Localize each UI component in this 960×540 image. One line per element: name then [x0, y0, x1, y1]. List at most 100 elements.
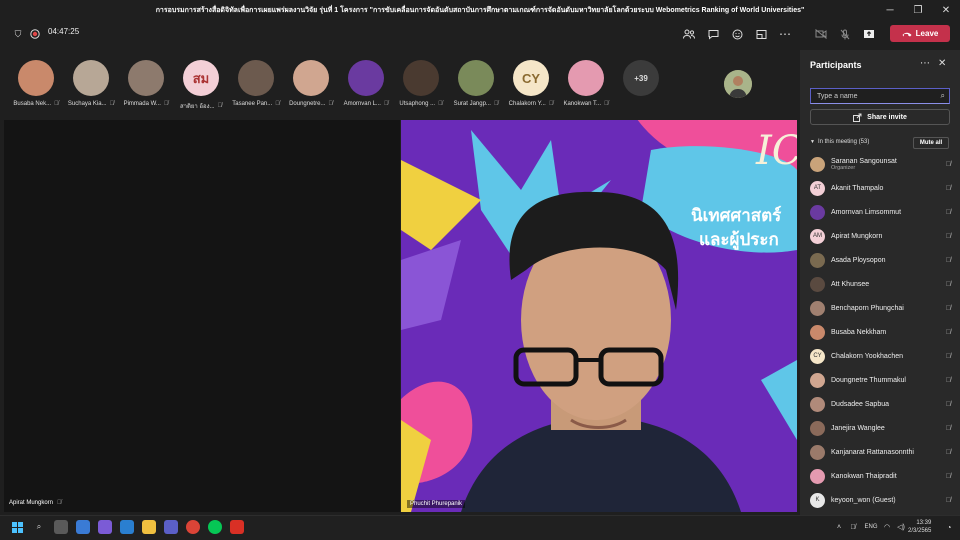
- volume-icon[interactable]: ◁): [894, 520, 908, 534]
- participant-name: Apirat Mungkorn: [9, 500, 54, 506]
- reactions-icon[interactable]: [730, 27, 744, 41]
- participant-tile[interactable]: Tasanee Pan... 🎙̸: [229, 60, 283, 107]
- participant-list-item[interactable]: Kkeyoon_won (Guest) 🎙̸: [810, 489, 955, 511]
- participant-tile[interactable]: Suchaya Kia... 🎙̸: [64, 60, 118, 107]
- leave-button[interactable]: Leave: [890, 25, 950, 42]
- participant-info: Benchaporn Phungchai: [831, 305, 904, 312]
- minimize-icon[interactable]: ─: [878, 0, 902, 20]
- chat-app-icon[interactable]: [98, 520, 112, 534]
- participant-list-item[interactable]: Benchaporn Phungchai 🎙̸: [810, 297, 955, 319]
- participant-name: Kanokwan T...: [563, 101, 602, 107]
- file-explorer-icon[interactable]: [142, 520, 156, 534]
- participant-list-item[interactable]: Kanokwan Thaipradit 🎙̸: [810, 465, 955, 487]
- chevron-up-icon[interactable]: ˄: [832, 520, 846, 534]
- participant-list-item[interactable]: Busaba Nekkham 🎙̸: [810, 321, 955, 343]
- participant-list-item[interactable]: AM Apirat Mungkorn 🎙̸: [810, 225, 955, 247]
- mic-off-icon: 🎙̸: [945, 160, 951, 168]
- participant-name: keyoon_won (Guest): [831, 496, 896, 504]
- speaker-video: [401, 120, 797, 512]
- participant-name: Surat Jangp...: [453, 101, 491, 107]
- more-options-icon[interactable]: ⋯: [778, 27, 792, 41]
- mic-off-icon: 🎙̸: [383, 101, 389, 107]
- participant-info: Janejira Wanglee: [831, 425, 885, 432]
- participant-tile[interactable]: Surat Jangp... 🎙̸: [449, 60, 503, 107]
- more-participants[interactable]: +39: [614, 60, 668, 96]
- share-screen-icon[interactable]: [862, 27, 876, 41]
- participant-name: Tasanee Pan...: [232, 101, 273, 107]
- widgets-icon[interactable]: [76, 520, 90, 534]
- chrome-icon[interactable]: [186, 520, 200, 534]
- participant-list-item[interactable]: CY Chalakorn Yookhachen 🎙̸: [810, 345, 955, 367]
- participant-list-item[interactable]: Dudsadee Sapbua 🎙̸: [810, 393, 955, 415]
- participant-list-item[interactable]: Janejira Wanglee 🎙̸: [810, 417, 955, 439]
- participant-name: Saranan Sangounsat: [831, 157, 897, 165]
- windows-start-icon[interactable]: [10, 520, 24, 534]
- close-window-icon[interactable]: ✕: [934, 0, 958, 20]
- participant-list-item[interactable]: Saranan Sangounsat Organizer 🎙̸: [810, 153, 955, 175]
- mic-off-icon: 🎙̸: [54, 101, 59, 107]
- mic-off-icon: 🎙̸: [945, 280, 951, 288]
- in-meeting-count: In this meeting (53): [817, 139, 870, 145]
- mic-off-icon: 🎙̸: [945, 472, 951, 480]
- participant-list-item[interactable]: Doungnetre Thummakul 🎙̸: [810, 369, 955, 391]
- mic-off-icon: 🎙̸: [945, 304, 951, 312]
- chat-icon[interactable]: [706, 27, 720, 41]
- camera-off-icon[interactable]: [814, 27, 828, 41]
- wifi-icon[interactable]: ◠: [880, 520, 894, 534]
- search-icon[interactable]: ⌕: [32, 520, 46, 534]
- rooms-icon[interactable]: [754, 27, 768, 41]
- avatar: K: [810, 492, 825, 508]
- shield-icon: ⛉: [14, 28, 22, 39]
- search-icon: ⌕: [940, 91, 945, 100]
- participant-tile[interactable]: CY Chalakorn Y... 🎙̸: [504, 60, 558, 107]
- participant-list-item[interactable]: AT Akanit Thampalo 🎙̸: [810, 177, 955, 199]
- participant-list-item[interactable]: Asada Ploysopon 🎙̸: [810, 249, 955, 271]
- close-panel-icon[interactable]: ✕: [938, 58, 946, 69]
- panel-title: Participants: [810, 60, 862, 70]
- participant-tile[interactable]: Doungnetre... 🎙̸: [284, 60, 338, 107]
- participant-tile[interactable]: สม สาติยา อ้อง... 🎙̸: [174, 60, 228, 111]
- participant-tile[interactable]: Utsaphong ... 🎙̸: [394, 60, 448, 107]
- participant-tile[interactable]: Busaba Nek... 🎙̸: [9, 60, 63, 107]
- pdf-reader-icon[interactable]: [230, 520, 244, 534]
- avatar: [810, 300, 825, 316]
- leave-label: Leave: [915, 29, 939, 38]
- participant-name: Dudsadee Sapbua: [831, 400, 889, 408]
- maximize-icon[interactable]: ❐: [906, 0, 930, 20]
- participant-list-item[interactable]: Amornvan Limsommut 🎙̸: [810, 201, 955, 223]
- in-meeting-header[interactable]: ▼ In this meeting (53): [810, 139, 869, 145]
- participant-tile[interactable]: Kanokwan T... 🎙̸: [559, 60, 613, 107]
- participant-list-item[interactable]: Kanjanarat Rattanasonnthi 🎙̸: [810, 441, 955, 463]
- window-title-bar: การอบรมการสร้างสื่อดิจิทัลเพื่อการเผยแพร…: [0, 0, 960, 20]
- participant-tile-label: Busaba Nek... 🎙̸: [13, 101, 58, 107]
- mic-off-icon: 🎙̸: [548, 101, 554, 107]
- participant-search-input[interactable]: Type a name ⌕: [810, 88, 950, 104]
- teams-icon[interactable]: [164, 520, 178, 534]
- line-app-icon[interactable]: [208, 520, 222, 534]
- participant-name: Janejira Wanglee: [831, 424, 885, 432]
- participant-info: Busaba Nekkham: [831, 329, 886, 336]
- keyboard-layout-icon[interactable]: ENG: [864, 520, 878, 534]
- mic-off-icon: 🎙̸: [438, 101, 443, 107]
- avatar: [18, 60, 54, 96]
- share-invite-button[interactable]: Share invite: [810, 109, 950, 125]
- self-video-tile[interactable]: [724, 70, 752, 98]
- office-icon[interactable]: [120, 520, 134, 534]
- participant-info: Doungnetre Thummakul: [831, 377, 906, 384]
- participant-info: Akanit Thampalo: [831, 185, 883, 192]
- mic-off-icon: 🎙̸: [604, 101, 609, 107]
- taskbar-clock[interactable]: 13:39 2/3/2565: [908, 519, 931, 535]
- people-icon[interactable]: [682, 27, 696, 41]
- participant-name: Chalakorn Yookhachen: [831, 352, 904, 360]
- notifications-icon[interactable]: ◔: [942, 520, 956, 534]
- avatar: [810, 252, 825, 268]
- task-view-icon[interactable]: [54, 520, 68, 534]
- panel-more-icon[interactable]: ⋯: [920, 58, 930, 69]
- mute-all-button[interactable]: Mute all: [913, 137, 949, 149]
- mic-off-icon: 🎙̸: [217, 103, 223, 109]
- mic-off-icon[interactable]: 🎙̸: [846, 520, 860, 534]
- mic-off-icon[interactable]: [838, 27, 852, 41]
- participant-list-item[interactable]: Att Khunsee 🎙̸: [810, 273, 955, 295]
- participant-tile[interactable]: Amornvan L... 🎙̸: [339, 60, 393, 107]
- participant-tile[interactable]: Pimmada W... 🎙̸: [119, 60, 173, 107]
